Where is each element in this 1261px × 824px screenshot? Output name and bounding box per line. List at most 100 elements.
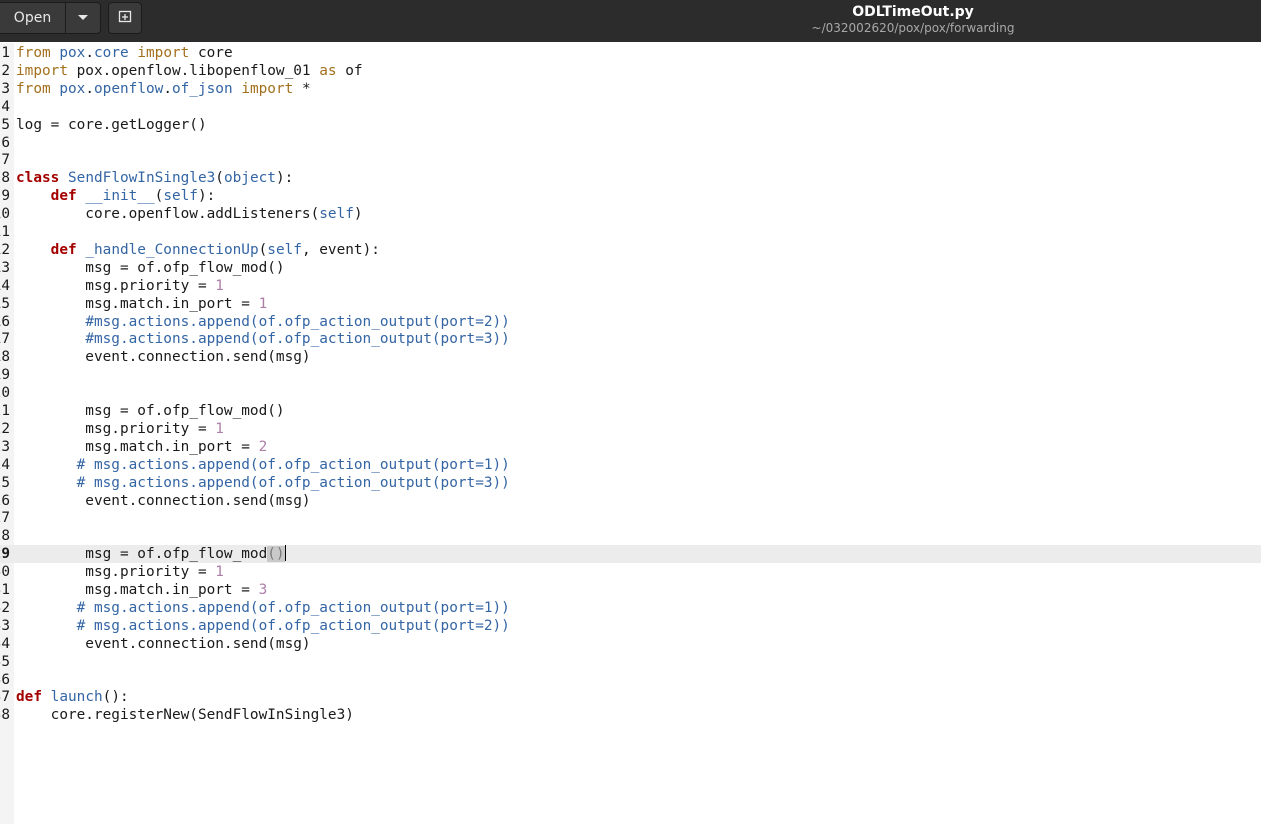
header-bar: Open ODLTimeOut.py ~/032002620/pox/pox/f… (0, 0, 1261, 42)
code-line[interactable]: 23 msg.match.in_port = 2 (0, 438, 1261, 456)
code-text: # msg.actions.append(of.ofp_action_outpu… (76, 474, 510, 491)
code-text: msg.priority = 1 (16, 420, 224, 437)
line-number: 12 (0, 241, 10, 258)
code-line[interactable]: 21 msg = of.ofp_flow_mod() (0, 402, 1261, 420)
code-line[interactable]: 37 def launch(): (0, 688, 1261, 706)
code-text: msg = of.ofp_flow_mod() (16, 259, 285, 276)
line-number: 22 (0, 420, 10, 437)
code-text: #msg.actions.append(of.ofp_action_output… (85, 331, 510, 348)
line-number: 24 (0, 456, 10, 473)
code-line[interactable]: 33 # msg.actions.append(of.ofp_action_ou… (0, 617, 1261, 635)
code-line[interactable]: 26 event.connection.send(msg) (0, 492, 1261, 510)
line-number: 16 (0, 313, 10, 330)
code-text: # msg.actions.append(of.ofp_action_outpu… (76, 599, 510, 616)
line-number: 14 (0, 277, 10, 294)
line-number: 26 (0, 492, 10, 509)
line-number: 30 (0, 564, 10, 581)
code-line[interactable]: 4 (0, 98, 1261, 116)
line-number: 19 (0, 367, 10, 384)
line-number: 18 (0, 349, 10, 366)
code-line[interactable]: 19 (0, 366, 1261, 384)
line-number: 5 (1, 116, 10, 133)
line-number: 31 (0, 582, 10, 598)
code-line[interactable]: 8 class SendFlowInSingle3(object): (0, 169, 1261, 187)
code-line[interactable]: 3 from pox.openflow.of_json import * (0, 80, 1261, 98)
line-number: 8 (1, 170, 10, 187)
code-line[interactable]: 12 def _handle_ConnectionUp(self, event)… (0, 241, 1261, 259)
line-number: 33 (0, 617, 10, 634)
open-button-label: Open (13, 10, 52, 26)
code-text: import pox.openflow.libopenflow_01 as of (16, 62, 363, 79)
open-button[interactable]: Open (0, 2, 66, 34)
code-line[interactable]: 1 from pox.core import core (0, 44, 1261, 62)
code-text: msg.match.in_port = 2 (16, 438, 268, 455)
line-number: 21 (0, 403, 10, 419)
code-text: msg.match.in_port = 1 (16, 295, 268, 312)
new-document-icon (118, 9, 132, 27)
code-text: # msg.actions.append(of.ofp_action_outpu… (76, 617, 510, 634)
line-number: 1 (1, 45, 10, 61)
line-number: 20 (0, 385, 10, 402)
code-line[interactable]: 38 core.registerNew(SendFlowInSingle3) (0, 706, 1261, 724)
recent-files-dropdown-button[interactable] (65, 2, 101, 34)
chevron-down-icon (77, 10, 89, 26)
code-text: event.connection.send(msg) (16, 492, 311, 509)
code-text: msg.priority = 1 (16, 564, 224, 581)
code-line[interactable]: 9 def __init__(self): (0, 187, 1261, 205)
code-text: event.connection.send(msg) (16, 635, 311, 652)
code-line[interactable]: 29 msg = of.ofp_flow_mod() (0, 545, 1261, 564)
code-text: msg = of.ofp_flow_mod() (16, 403, 285, 419)
code-line[interactable]: 5 log = core.getLogger() (0, 116, 1261, 134)
code-line[interactable]: 2 import pox.openflow.libopenflow_01 as o… (0, 62, 1261, 80)
document-path: ~/032002620/pox/pox/forwarding (811, 21, 1015, 35)
code-text: msg.priority = 1 (16, 277, 224, 294)
code-line[interactable]: 15 msg.match.in_port = 1 (0, 295, 1261, 313)
code-line[interactable]: 24 # msg.actions.append(of.ofp_action_ou… (0, 456, 1261, 474)
line-number: 25 (0, 474, 10, 491)
code-line[interactable]: 10 core.openflow.addListeners(self) (0, 205, 1261, 223)
code-line[interactable]: 18 event.connection.send(msg) (0, 348, 1261, 366)
code-text: from pox.openflow.of_json import * (16, 80, 311, 97)
line-number: 34 (0, 635, 10, 652)
code-text: #msg.actions.append(of.ofp_action_output… (85, 313, 510, 330)
code-text: def _handle_ConnectionUp(self, event): (50, 241, 380, 258)
code-line[interactable]: 6 (0, 134, 1261, 152)
line-number: 38 (0, 707, 10, 724)
code-line[interactable]: 22 msg.priority = 1 (0, 420, 1261, 438)
code-text: # msg.actions.append(of.ofp_action_outpu… (76, 456, 510, 473)
code-line[interactable]: 16 #msg.actions.append(of.ofp_action_out… (0, 313, 1261, 331)
code-text: log = core.getLogger() (16, 116, 207, 133)
code-text: def launch(): (16, 689, 129, 706)
code-line[interactable]: 17 #msg.actions.append(of.ofp_action_out… (0, 330, 1261, 348)
code-line[interactable]: 30 msg.priority = 1 (0, 563, 1261, 581)
code-text: msg = of.ofp_flow_mod() (16, 545, 286, 563)
code-line[interactable]: 35 (0, 653, 1261, 671)
line-number: 36 (0, 671, 10, 688)
code-line[interactable]: 32 # msg.actions.append(of.ofp_action_ou… (0, 599, 1261, 617)
line-number: 37 (0, 689, 10, 706)
code-line[interactable]: 13 msg = of.ofp_flow_mod() (0, 259, 1261, 277)
code-line[interactable]: 25 # msg.actions.append(of.ofp_action_ou… (0, 474, 1261, 492)
code-line[interactable]: 7 (0, 151, 1261, 169)
code-line[interactable]: 31 msg.match.in_port = 3 (0, 581, 1261, 599)
new-document-button[interactable] (108, 2, 142, 34)
line-number: 17 (0, 331, 10, 348)
line-number: 6 (1, 134, 10, 151)
code-line[interactable]: 34 event.connection.send(msg) (0, 635, 1261, 653)
code-text: event.connection.send(msg) (16, 349, 311, 366)
line-number: 15 (0, 295, 10, 312)
code-line[interactable]: 20 (0, 384, 1261, 402)
line-number: 32 (0, 599, 10, 616)
code-line[interactable]: 36 (0, 671, 1261, 689)
line-number: 35 (0, 653, 10, 670)
line-number: 10 (0, 206, 10, 223)
code-line[interactable]: 28 (0, 527, 1261, 545)
code-editor[interactable]: 1 from pox.core import core 2 import pox.op… (0, 43, 1261, 824)
line-number: 2 (1, 62, 10, 79)
code-text: from pox.core import core (16, 45, 233, 61)
line-number: 28 (0, 528, 10, 545)
code-line[interactable]: 14 msg.priority = 1 (0, 277, 1261, 295)
code-line[interactable]: 27 (0, 509, 1261, 527)
code-line[interactable]: 11 (0, 223, 1261, 241)
line-number: 27 (0, 510, 10, 527)
